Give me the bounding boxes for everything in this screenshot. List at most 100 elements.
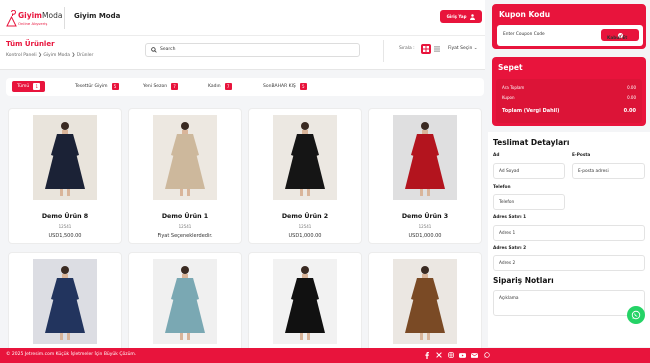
tab-women[interactable]: Kadın 7 bbox=[203, 81, 237, 92]
x-icon[interactable] bbox=[435, 351, 442, 359]
product-card[interactable] bbox=[8, 252, 122, 362]
address1-field[interactable]: Adres 1 bbox=[493, 225, 645, 241]
phone-label: Telefon bbox=[493, 185, 511, 190]
cart-row-value: 0.00 bbox=[627, 95, 636, 100]
tab-tesettur[interactable]: Tesettür Giyim 5 bbox=[70, 81, 124, 92]
product-sku: 12541 bbox=[178, 224, 192, 229]
email-field[interactable]: E-posta adresi bbox=[572, 163, 645, 179]
cart-row-subtotal: Ara Toplam 0.00 bbox=[502, 85, 636, 90]
cart-row-label: Kupon bbox=[502, 95, 515, 100]
footer-copyright: © 2025 Jetresim.com Küçük İşletmeler İçi… bbox=[6, 352, 137, 357]
youtube-icon[interactable] bbox=[459, 351, 466, 359]
product-card[interactable] bbox=[368, 252, 482, 362]
product-name[interactable]: Demo Ürün 2 bbox=[249, 213, 361, 220]
instagram-icon[interactable] bbox=[447, 351, 454, 359]
price-select-value: Fiyat Seçin bbox=[448, 46, 473, 51]
product-sku: 12541 bbox=[58, 224, 72, 229]
email-label: E-Posta bbox=[572, 153, 591, 158]
cart-row-label: Ara Toplam bbox=[502, 85, 525, 90]
whatsapp-chat-button[interactable] bbox=[627, 306, 645, 324]
tab-all[interactable]: Tümü 1 bbox=[12, 81, 46, 92]
tab-label: SonBAHAR KIŞ bbox=[263, 84, 296, 89]
order-notes-placeholder: Açıklama bbox=[499, 296, 519, 301]
product-image[interactable] bbox=[273, 115, 337, 200]
breadcrumb-item-store[interactable]: Giyim Moda bbox=[43, 53, 70, 58]
name-label: Ad bbox=[493, 153, 500, 158]
cart-row-value: 0.00 bbox=[627, 85, 636, 90]
product-price: USD1,500.00 bbox=[48, 233, 82, 239]
breadcrumb-item-products: Ürünler bbox=[76, 53, 94, 58]
product-image[interactable] bbox=[33, 115, 97, 200]
product-card[interactable]: Demo Ürün 3 12541 USD1,000.00 bbox=[368, 108, 482, 244]
search-icon bbox=[151, 47, 157, 53]
whatsapp-icon bbox=[631, 310, 641, 320]
address2-placeholder: Adres 2 bbox=[499, 261, 516, 266]
product-card[interactable] bbox=[128, 252, 242, 362]
tab-count-badge: 5 bbox=[111, 83, 119, 90]
product-name[interactable]: Demo Ürün 1 bbox=[129, 213, 241, 220]
tab-label: Kadın bbox=[208, 84, 221, 89]
price-select[interactable]: Fiyat Seçin ⌄ bbox=[448, 46, 478, 51]
cart-total-label: Toplam (Vergi Dahil) bbox=[502, 108, 560, 114]
product-card[interactable]: Demo Ürün 1 12541 Fiyat Seçeneklerdedir. bbox=[128, 108, 242, 244]
product-image[interactable] bbox=[393, 259, 457, 344]
email-icon[interactable] bbox=[471, 351, 478, 359]
apply-coupon-button[interactable]: Kabul Et bbox=[601, 29, 639, 41]
address1-label: Adres Satırı 1 bbox=[493, 215, 527, 220]
facebook-icon[interactable] bbox=[423, 351, 430, 359]
product-image[interactable] bbox=[393, 115, 457, 200]
login-button[interactable]: Giriş Yap bbox=[440, 10, 482, 23]
coupon-placeholder: Enter Coupon Code bbox=[503, 32, 545, 37]
site-footer: © 2025 Jetresim.com Küçük İşletmeler İçi… bbox=[0, 348, 650, 363]
phone-field[interactable]: Telefon bbox=[493, 194, 565, 210]
whatsapp-small-icon[interactable] bbox=[483, 351, 490, 359]
logo-hanger-icon bbox=[6, 10, 17, 27]
shipping-form: Teslimat Detayları Ad Ad Soyad E-Posta E… bbox=[488, 132, 650, 347]
product-name[interactable]: Demo Ürün 3 bbox=[369, 213, 481, 220]
name-placeholder: Ad Soyad bbox=[499, 169, 520, 174]
product-image[interactable] bbox=[273, 259, 337, 344]
grid-view-button[interactable] bbox=[421, 44, 431, 54]
login-button-label: Giriş Yap bbox=[446, 14, 467, 19]
coupon-input[interactable]: Enter Coupon Code Kabul Et bbox=[497, 25, 643, 46]
product-price: USD1,000.00 bbox=[408, 233, 442, 239]
product-card[interactable] bbox=[248, 252, 362, 362]
social-links bbox=[423, 351, 490, 359]
cart-row-total: Toplam (Vergi Dahil) 0.00 bbox=[502, 108, 636, 114]
product-image[interactable] bbox=[33, 259, 97, 344]
product-card[interactable]: Demo Ürün 8 12541 USD1,500.00 bbox=[8, 108, 122, 244]
store-logo[interactable]: GiyimModa Online Alışveriş bbox=[6, 8, 66, 30]
tab-count-badge: 7 bbox=[171, 83, 179, 90]
address1-placeholder: Adres 1 bbox=[499, 231, 516, 236]
product-image[interactable] bbox=[153, 115, 217, 200]
tab-label: Tesettür Giyim bbox=[75, 84, 108, 89]
tab-count-badge: 1 bbox=[33, 83, 41, 90]
breadcrumb-item-dashboard[interactable]: Kontrol Paneli bbox=[6, 53, 37, 58]
store-name: Giyim Moda bbox=[74, 12, 121, 20]
product-image[interactable] bbox=[153, 259, 217, 344]
shipping-title: Teslimat Detayları bbox=[493, 138, 570, 147]
product-price: USD1,000.00 bbox=[288, 233, 322, 239]
name-field[interactable]: Ad Soyad bbox=[493, 163, 565, 179]
list-view-button[interactable] bbox=[433, 44, 441, 54]
toolbar-divider bbox=[383, 40, 384, 62]
order-notes-textarea[interactable]: Açıklama bbox=[493, 290, 645, 316]
grid-icon bbox=[423, 46, 429, 52]
tab-new-season[interactable]: Yeni Sezon 7 bbox=[138, 81, 183, 92]
coupon-box: Kupon Kodu Enter Coupon Code Kabul Et bbox=[492, 4, 646, 49]
tab-count-badge: 7 bbox=[224, 83, 232, 90]
header-divider bbox=[64, 7, 65, 29]
product-name[interactable]: Demo Ürün 8 bbox=[9, 213, 121, 220]
tab-autumn-winter[interactable]: SonBAHAR KIŞ 5 bbox=[258, 81, 312, 92]
search-input[interactable]: Search bbox=[145, 43, 360, 57]
product-card[interactable]: Demo Ürün 2 12541 USD1,000.00 bbox=[248, 108, 362, 244]
apply-coupon-label: Kabul Et bbox=[607, 36, 628, 41]
email-placeholder: E-posta adresi bbox=[578, 169, 609, 174]
header-separator bbox=[0, 35, 485, 36]
address2-field[interactable]: Adres 2 bbox=[493, 255, 645, 271]
cart-total-value: 0.00 bbox=[623, 108, 636, 114]
search-placeholder: Search bbox=[160, 47, 176, 52]
sort-label: Sırala : bbox=[399, 46, 415, 51]
coupon-title: Kupon Kodu bbox=[499, 10, 551, 19]
user-icon bbox=[470, 13, 476, 20]
